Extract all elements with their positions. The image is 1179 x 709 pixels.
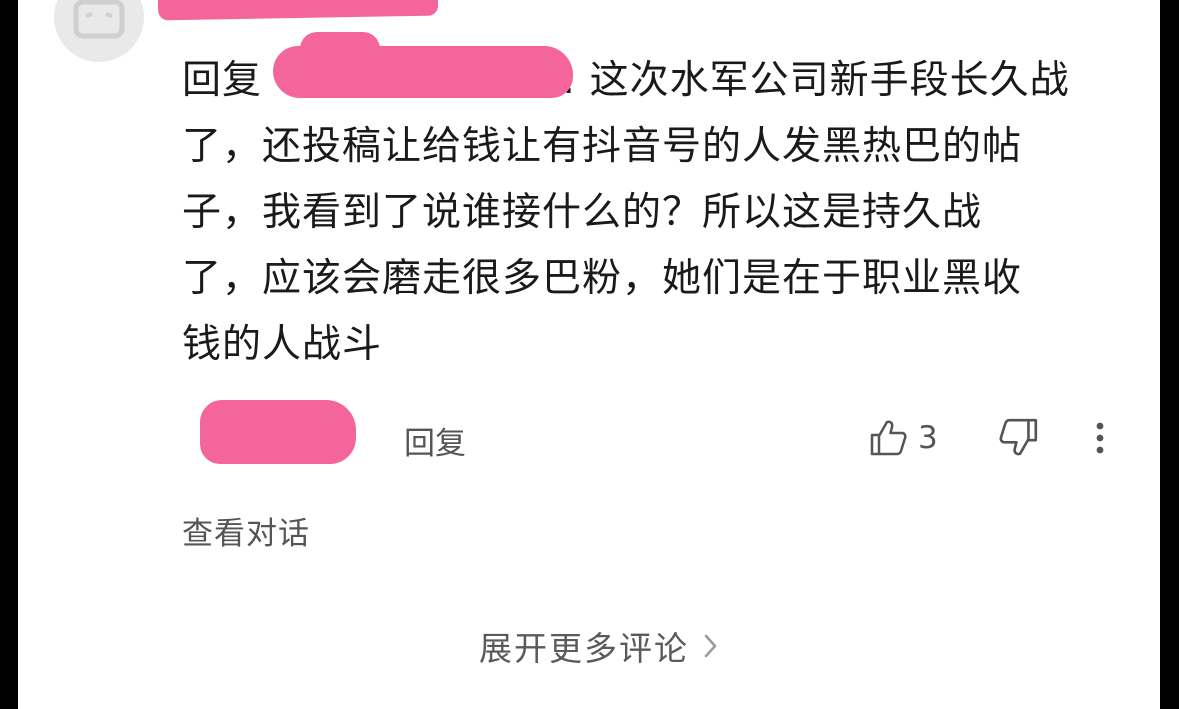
reply-button[interactable]: 回复 — [404, 418, 466, 463]
reply-prefix: 回复 — [182, 58, 263, 103]
comment-actions: 回复 3 — [18, 410, 1160, 470]
expand-more-comments[interactable]: 展开更多评论 — [18, 622, 1160, 670]
comment-line-4: 了，应该会磨走很多巴粉，她们是在于职业黑收 — [182, 256, 1023, 301]
redacted-mention-extra — [300, 32, 380, 66]
more-vertical-icon — [1096, 422, 1104, 454]
comment-line-3: 子，我看到了说谁接什么的？所以这是持久战 — [182, 190, 983, 235]
avatar[interactable] — [54, 0, 144, 62]
comment-text-line: 这次水军公司新手段长久战 — [589, 58, 1070, 103]
thumbs-down-icon — [999, 418, 1038, 456]
dislike-button[interactable] — [998, 416, 1040, 462]
tv-placeholder-icon — [73, 0, 125, 39]
expand-more-label: 展开更多评论 — [479, 629, 689, 668]
comment-line-5: 钱的人战斗 — [182, 322, 383, 367]
comment-line-2: 了，还投稿让给钱让有抖音号的人发黑热巴的帖 — [182, 124, 1023, 169]
view-conversation-link[interactable]: 查看对话 — [182, 508, 310, 553]
like-count: 3 — [918, 420, 938, 456]
thumbs-up-icon — [870, 420, 907, 456]
comment-screen: 回复: 这次水军公司新手段长久战 了，还投稿让给钱让有抖音号的人发黑热巴的帖 子… — [18, 0, 1160, 709]
like-button[interactable]: 3 — [868, 416, 938, 460]
chevron-right-icon — [704, 634, 717, 658]
redacted-timestamp — [200, 400, 356, 464]
more-options-button[interactable] — [1092, 418, 1108, 462]
redacted-username — [157, 0, 439, 21]
